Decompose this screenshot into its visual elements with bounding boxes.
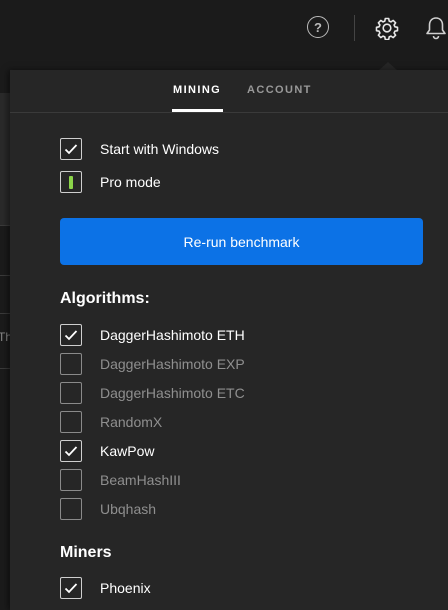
gear-icon[interactable] bbox=[375, 16, 399, 40]
algorithm-checkbox[interactable] bbox=[60, 498, 82, 520]
algorithm-label: KawPow bbox=[100, 443, 155, 459]
background-divider bbox=[0, 313, 10, 314]
background-divider bbox=[0, 225, 10, 226]
pro-mode-toggle[interactable] bbox=[60, 171, 82, 193]
tab-account[interactable]: ACCOUNT bbox=[247, 84, 312, 96]
algorithm-item[interactable]: Ubqhash bbox=[60, 497, 156, 521]
miner-checkbox[interactable] bbox=[60, 577, 82, 599]
start-with-windows-label: Start with Windows bbox=[100, 141, 220, 157]
checkmark-icon bbox=[64, 144, 78, 155]
checkmark-icon bbox=[64, 583, 78, 594]
panel-pointer bbox=[379, 62, 397, 70]
help-icon[interactable]: ? bbox=[307, 16, 329, 38]
background-divider bbox=[0, 368, 10, 369]
algorithm-item[interactable]: DaggerHashimoto ETC bbox=[60, 381, 245, 405]
start-with-windows-checkbox[interactable] bbox=[60, 138, 82, 160]
active-tab-indicator bbox=[172, 109, 223, 112]
miners-heading: Miners bbox=[60, 544, 112, 561]
algorithm-label: Ubqhash bbox=[100, 501, 157, 517]
algorithm-checkbox[interactable] bbox=[60, 440, 82, 462]
algorithm-item[interactable]: DaggerHashimoto ETH bbox=[60, 323, 245, 347]
algorithm-checkbox[interactable] bbox=[60, 353, 82, 375]
algorithm-item[interactable]: RandomX bbox=[60, 410, 162, 434]
algorithm-checkbox[interactable] bbox=[60, 324, 82, 346]
algorithms-heading: Algorithms: bbox=[60, 290, 150, 307]
algorithm-item[interactable]: BeamHashIII bbox=[60, 468, 181, 492]
algorithm-label: DaggerHashimoto ETH bbox=[100, 327, 245, 343]
algorithm-item[interactable]: KawPow bbox=[60, 439, 154, 463]
pro-mode-label: Pro mode bbox=[100, 174, 161, 190]
miner-item[interactable]: Phoenix bbox=[60, 576, 151, 600]
toolbar-divider bbox=[354, 15, 355, 41]
checkmark-icon bbox=[64, 446, 78, 457]
algorithm-item[interactable]: DaggerHashimoto EXP bbox=[60, 352, 245, 376]
bell-icon[interactable] bbox=[423, 15, 448, 41]
algorithm-checkbox[interactable] bbox=[60, 411, 82, 433]
pro-mode-row[interactable]: Pro mode bbox=[60, 170, 161, 194]
help-glyph: ? bbox=[314, 19, 322, 35]
algorithm-label: RandomX bbox=[100, 414, 163, 430]
algorithm-label: DaggerHashimoto ETC bbox=[100, 385, 245, 401]
background-divider bbox=[0, 275, 10, 276]
tab-mining[interactable]: MINING bbox=[173, 84, 221, 96]
algorithm-checkbox[interactable] bbox=[60, 382, 82, 404]
algorithm-checkbox[interactable] bbox=[60, 469, 82, 491]
algorithm-label: BeamHashIII bbox=[100, 472, 181, 488]
rerun-benchmark-button[interactable]: Re-run benchmark bbox=[60, 218, 423, 265]
settings-tabs: MINING ACCOUNT bbox=[10, 70, 448, 113]
miner-label: Phoenix bbox=[100, 580, 151, 596]
checkmark-icon bbox=[64, 330, 78, 341]
algorithm-label: DaggerHashimoto EXP bbox=[100, 356, 245, 372]
background-row bbox=[0, 93, 10, 225]
settings-panel: MINING ACCOUNT Start with Windows Pro mo… bbox=[10, 70, 448, 610]
top-bar: ? bbox=[0, 0, 448, 62]
pro-mode-indicator bbox=[69, 175, 73, 189]
start-with-windows-row[interactable]: Start with Windows bbox=[60, 137, 219, 161]
